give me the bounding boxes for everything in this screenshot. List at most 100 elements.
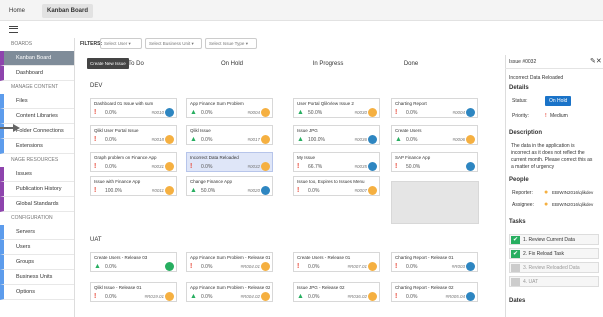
breadcrumb-home[interactable]: Home <box>4 4 30 18</box>
assignee-avatar-icon <box>368 186 377 195</box>
card-id: #0006 <box>452 137 465 142</box>
card-id: #0030 <box>354 110 367 115</box>
issue-card[interactable]: Issue JPG - Release 02 ▲ 0.0% #R036.02 <box>293 282 380 302</box>
issue-card[interactable]: App Finance Sum Problem - Release 01! 0.0… <box>186 252 273 272</box>
assignee-avatar-icon <box>466 162 475 171</box>
card-progress: 0.0% <box>105 110 117 116</box>
filter-user-select[interactable]: Select User ▾ <box>100 38 142 49</box>
issue-card[interactable]: App Finance Sum Problem - Release 02 ▲ 0.0… <box>186 282 273 302</box>
issue-card[interactable]: Graph problem on Finance App! 0.0% #0031 <box>90 152 177 172</box>
sidebar-item-kanban-board[interactable]: Kanban Board <box>0 51 74 66</box>
issue-card[interactable]: Issue with Finance App! 100.0% #0011 <box>90 176 177 196</box>
task-item[interactable]: 3. Review Reloaded Data <box>509 262 599 273</box>
card-title: Issue JPG - Release 02 <box>297 285 345 290</box>
issue-card[interactable]: My Issue! 66.7% #0035 <box>293 152 380 172</box>
issue-card[interactable]: User Portal QlikView Issue 2 ▲ 50.0% #0030 <box>293 98 380 118</box>
sidebar-item-global-standards[interactable]: Global Standards <box>0 197 74 212</box>
card-id: #0007 <box>354 188 367 193</box>
people-header: People <box>509 177 529 183</box>
assignee-avatar-icon <box>261 108 270 117</box>
card-id: #0011 <box>151 188 164 193</box>
sidebar-item-groups[interactable]: Groups <box>0 255 74 270</box>
assignee-avatar-icon <box>261 186 270 195</box>
issue-card[interactable]: Issue JPG ▲ 100.0% #0036 <box>293 125 380 145</box>
task-item[interactable]: 4. UAT <box>509 276 599 287</box>
issue-card[interactable]: Qlikl User Portal Issue! 0.0% #0018 <box>90 125 177 145</box>
task-pending-icon[interactable] <box>511 264 520 272</box>
card-title: Issue with Finance App <box>94 179 141 184</box>
card-progress: 0.0% <box>308 264 320 270</box>
description-line-1: The data in the application is <box>511 143 575 149</box>
reporter-value: EBIWIN2016\qlikdev <box>552 190 594 195</box>
issue-card[interactable]: Charting Report - Release 01! 0.0% #R003 <box>391 252 478 272</box>
sidebar-item-content-libraries[interactable]: Content Libraries <box>0 109 74 124</box>
priority-high-icon: ! <box>190 163 193 170</box>
top-bar: Home Kanban Board <box>0 0 603 21</box>
issue-card[interactable]: Issue too, Expires to Issues Menu! 0.0% #0… <box>293 176 380 196</box>
card-title: Charting Report <box>395 101 427 106</box>
card-title: Incorrect Data Reloaded <box>190 155 239 160</box>
issue-card[interactable]: Charting Report! 0.0% #0004 <box>391 98 478 118</box>
priority-high-icon: ! <box>395 109 398 116</box>
sidebar-item-users[interactable]: Users <box>0 240 74 255</box>
card-title: My Issue <box>297 155 316 160</box>
task-item[interactable]: ✔ 2. Fix Reload Task <box>509 248 599 259</box>
sidebar-item-extensions[interactable]: Extensions <box>0 139 74 154</box>
column-header-done: Done <box>403 61 419 67</box>
card-progress: 50.0% <box>406 164 421 170</box>
card-progress: 0.0% <box>201 164 213 170</box>
task-item[interactable]: ✔ 1. Review Current Data <box>509 234 599 245</box>
card-id: #0032 <box>247 164 260 169</box>
menu-icon[interactable] <box>9 26 18 33</box>
assignee-label: Assignee: <box>512 202 534 208</box>
assignee-avatar-icon <box>466 292 475 301</box>
reporter-label: Reporter: <box>512 190 533 196</box>
card-id: #R019.01 <box>144 294 164 299</box>
sidebar-item-publication-history[interactable]: Publication History <box>0 182 74 197</box>
card-progress: 100.0% <box>105 188 122 194</box>
issue-card[interactable]: App Finance Sum Problem ▲ 0.0% #0004 <box>186 98 273 118</box>
card-title: Charting Report - Release 02 <box>395 285 454 290</box>
priority-up-icon: ▲ <box>190 187 197 194</box>
card-title: Change Finance App <box>190 179 233 184</box>
card-progress: 0.0% <box>201 264 213 270</box>
card-id: #R004.01 <box>240 264 260 269</box>
issue-card[interactable]: Charting Report - Release 02! 0.0% #R005.0… <box>391 282 478 302</box>
assignee-avatar-icon <box>261 262 270 271</box>
priority-up-icon: ▲ <box>297 136 304 143</box>
issue-card[interactable]: Qlikl Issue ▲ 0.0% #0017 <box>186 125 273 145</box>
card-title: User Portal QlikView Issue 2 <box>297 101 354 106</box>
sidebar-item-dashboard[interactable]: Dashboard <box>0 66 74 81</box>
sidebar-item-options[interactable]: Options <box>0 285 74 300</box>
status-badge[interactable]: On Hold <box>545 96 572 106</box>
card-id: #0035 <box>354 164 367 169</box>
sidebar-item-files[interactable]: Files <box>0 94 74 109</box>
card-id: #0010 <box>151 110 164 115</box>
issue-card[interactable]: Qlikl Issue - Release 01! 0.0% #R019.01 <box>90 282 177 302</box>
task-done-icon[interactable]: ✔ <box>511 250 520 258</box>
assignee-avatar-icon: ● <box>544 201 549 208</box>
issue-card[interactable]: Create Users ▲ 0.0% #0006 <box>391 125 478 145</box>
card-id: #0036 <box>354 137 367 142</box>
sidebar-item-servers[interactable]: Servers <box>0 225 74 240</box>
assignee-avatar-icon <box>165 262 174 271</box>
issue-card[interactable]: Dashboard 01 Issue with sum! 0.0% #0010 <box>90 98 177 118</box>
issue-card[interactable]: Change Finance App ▲ 50.0% #0020 <box>186 176 273 196</box>
issue-card[interactable]: Incorrect Data Reloaded! 0.0% #0032 <box>186 152 273 172</box>
breadcrumb-current[interactable]: Kanban Board <box>42 4 94 18</box>
issue-card[interactable]: Create Users - Release 03 ▲ 0.0% <box>90 252 177 272</box>
issue-card[interactable]: Create Users - Release 01! 0.0% #R007.01 <box>293 252 380 272</box>
priority-value: Medium <box>550 113 568 119</box>
sidebar-item-issues[interactable]: Issues <box>0 167 74 182</box>
issue-id: Issue #0032 <box>509 59 537 65</box>
edit-icon[interactable]: ✎✕ <box>590 57 602 65</box>
card-id: #0004 <box>452 110 465 115</box>
reporter-avatar-icon: ● <box>544 189 549 196</box>
issue-card[interactable]: SAP Finance App! 50.0% <box>391 152 478 172</box>
filter-issue-type-select[interactable]: Select Issue Type ▾ <box>205 38 257 49</box>
card-progress: 50.0% <box>308 110 323 116</box>
task-done-icon[interactable]: ✔ <box>511 236 520 244</box>
task-pending-icon[interactable] <box>511 278 520 286</box>
sidebar-item-business-units[interactable]: Business Units <box>0 270 74 285</box>
filter-business-unit-select[interactable]: Select Business Unit ▾ <box>145 38 202 49</box>
